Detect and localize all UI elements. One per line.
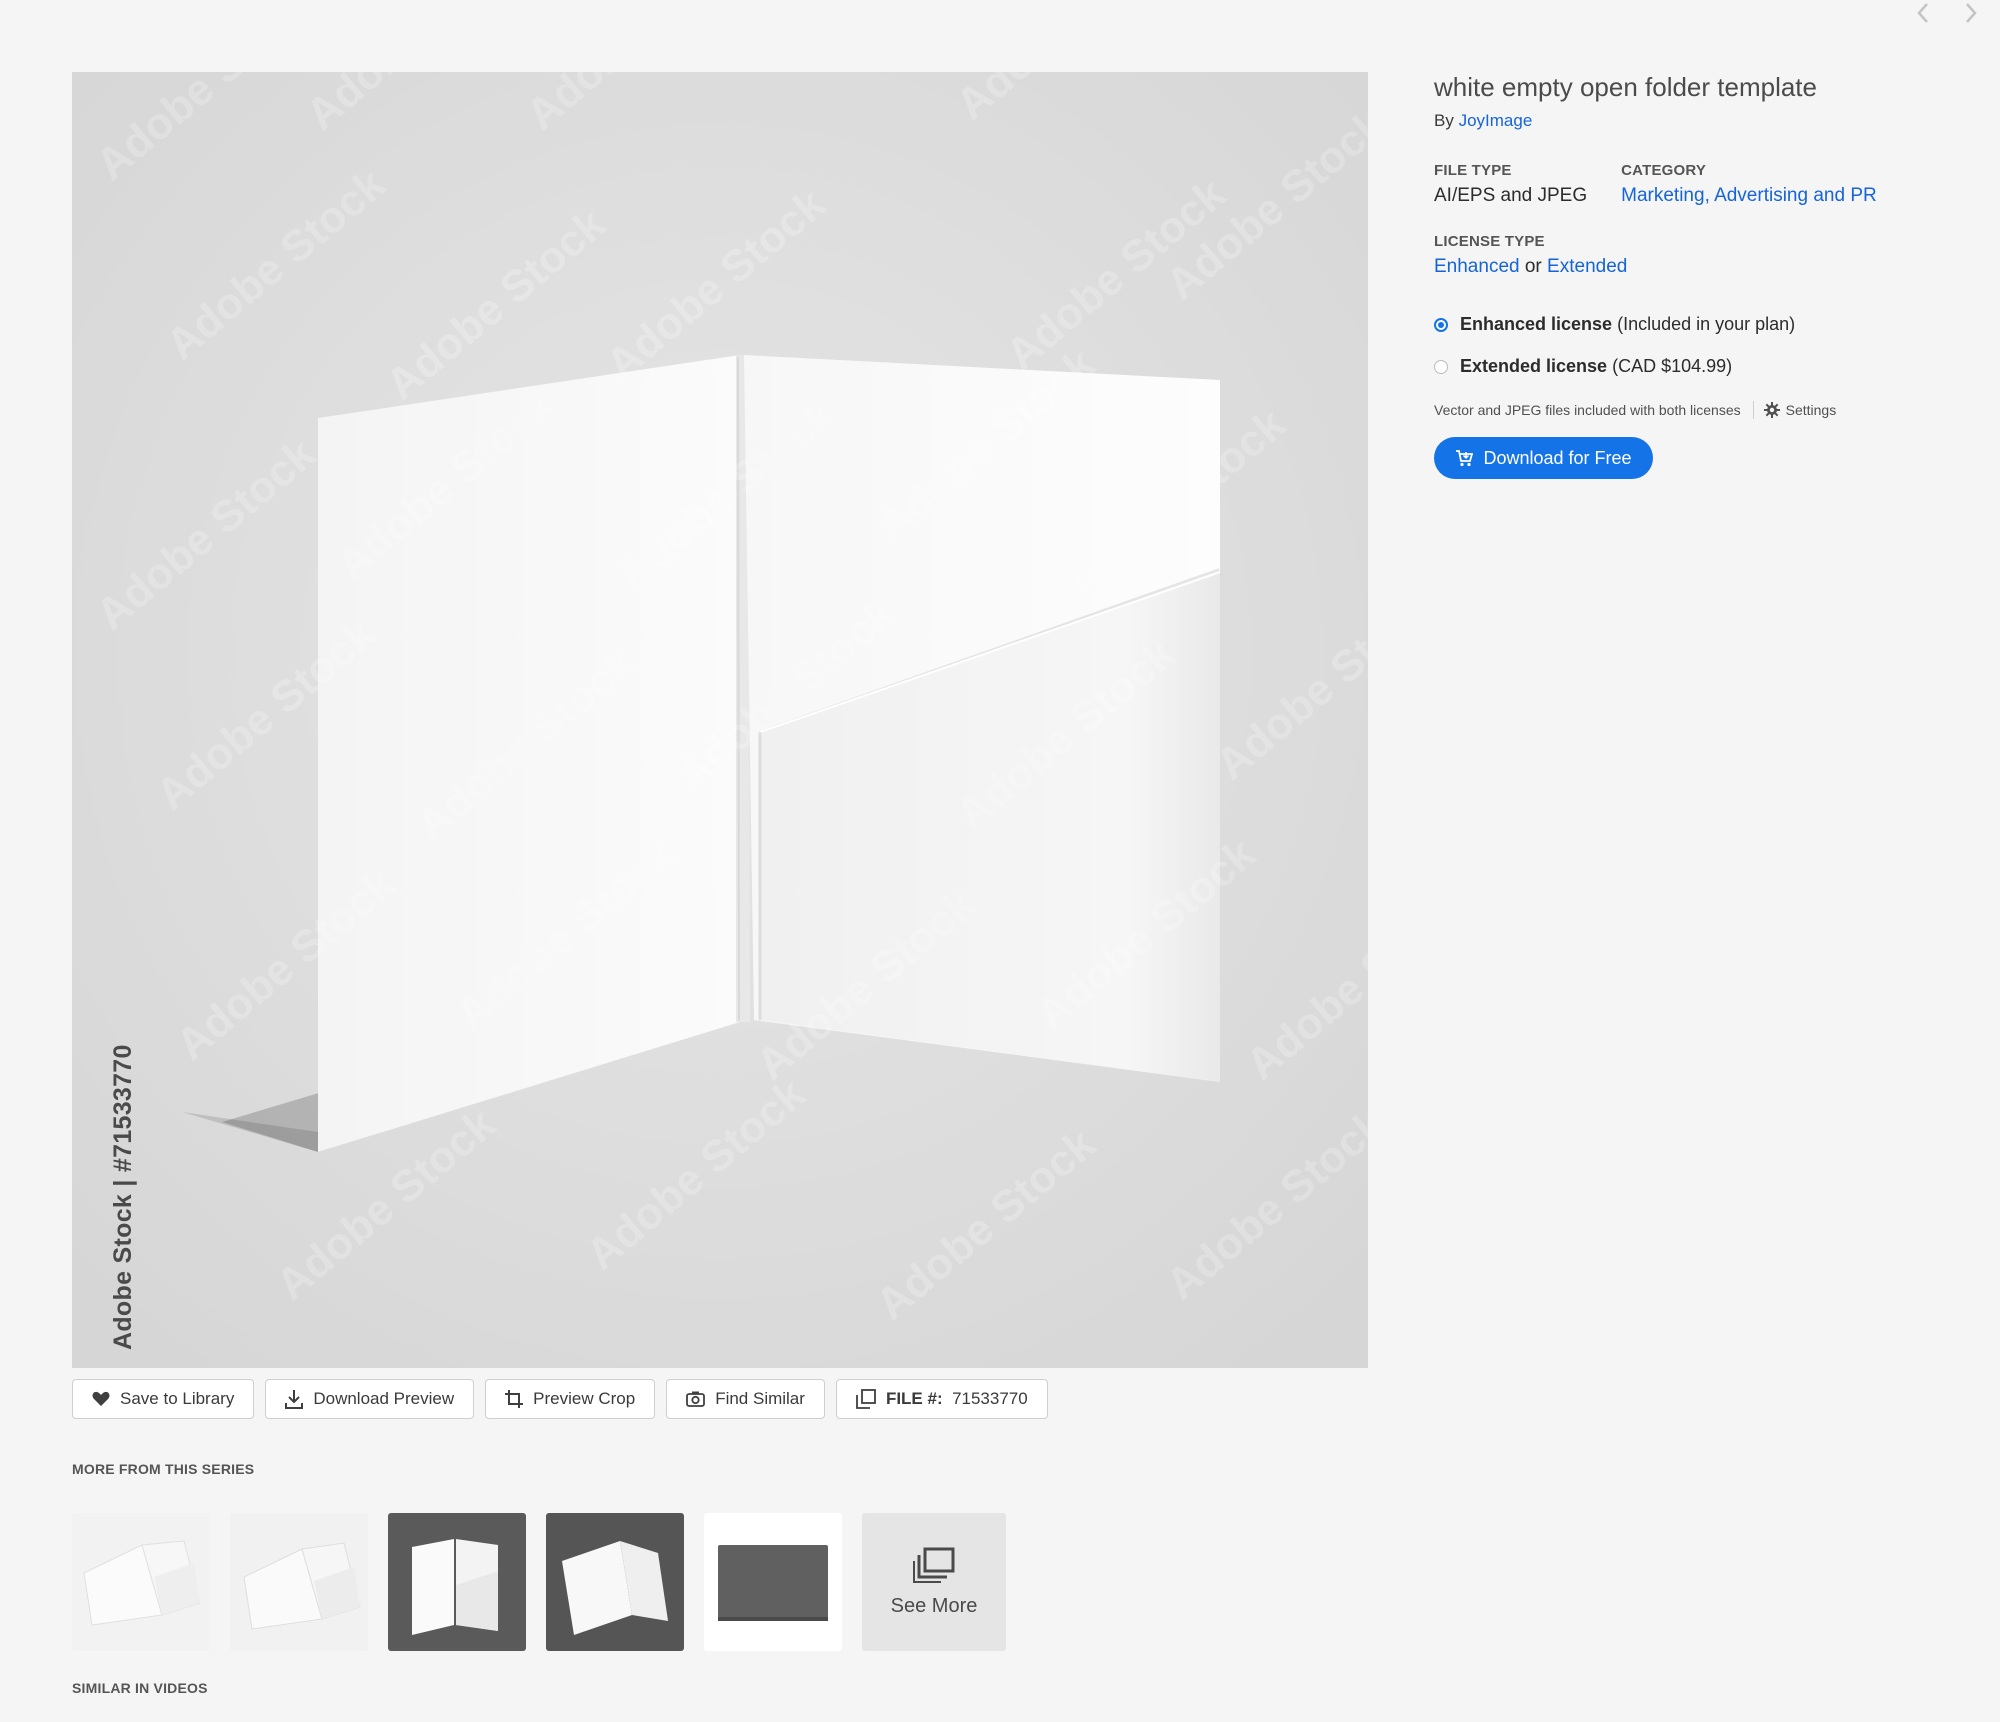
asset-title: white empty open folder template	[1434, 72, 1817, 102]
series-thumbnail[interactable]	[72, 1513, 210, 1651]
license-option-extended[interactable]: Extended license (CAD $104.99)	[1434, 356, 1954, 377]
enhanced-link[interactable]: Enhanced	[1434, 256, 1520, 277]
heart-icon	[92, 1391, 110, 1406]
similar-videos-heading: SIMILAR IN VIDEOS	[72, 1680, 208, 1696]
download-preview-button[interactable]: Download Preview	[265, 1379, 475, 1419]
save-to-library-button[interactable]: Save to Library	[72, 1379, 255, 1419]
chevron-right-icon[interactable]	[1958, 0, 1984, 26]
file-type-label: FILE TYPE	[1434, 162, 1512, 180]
download-preview-label: Download Preview	[313, 1389, 455, 1408]
file-icon	[856, 1389, 876, 1409]
license-options: Enhanced license (Included in your plan)…	[1434, 314, 1954, 377]
download-for-free-button[interactable]: Download for Free	[1434, 437, 1653, 480]
enhanced-license-name: Enhanced license	[1460, 314, 1613, 335]
divider	[1752, 401, 1754, 420]
by-label: By	[1434, 111, 1454, 131]
asset-navigation	[1910, 0, 1984, 26]
extended-license-name: Extended license	[1460, 356, 1608, 377]
asset-toolbar: Save to Library Download Preview Preview…	[72, 1379, 1048, 1419]
series-thumbnail[interactable]	[388, 1513, 526, 1651]
extended-license-detail: (CAD $104.99)	[1612, 356, 1733, 377]
license-note-text: Vector and JPEG files included with both…	[1434, 402, 1741, 419]
extended-link[interactable]: Extended	[1547, 256, 1627, 277]
asset-id-watermark: Adobe Stock | #71533770	[109, 1044, 137, 1350]
file-number-value: 71533770	[952, 1389, 1028, 1408]
file-type-value: AI/EPS and JPEG	[1434, 185, 1588, 207]
series-thumbnail[interactable]	[704, 1513, 842, 1651]
author-byline: By JoyImage	[1434, 111, 1954, 131]
preview-crop-label: Preview Crop	[533, 1389, 636, 1408]
license-or-text: or	[1524, 256, 1542, 278]
settings-label: Settings	[1785, 402, 1837, 419]
camera-icon	[686, 1391, 706, 1407]
license-type-block: LICENSE TYPE Enhanced or Extended	[1434, 233, 1954, 278]
enhanced-license-radio[interactable]	[1434, 317, 1448, 332]
category-label: CATEGORY	[1621, 162, 1707, 180]
series-thumbnail[interactable]	[230, 1513, 368, 1651]
crop-icon	[505, 1390, 524, 1408]
asset-details-panel: white empty open folder template By JoyI…	[1434, 72, 1954, 480]
settings-link[interactable]: Settings	[1763, 402, 1837, 419]
download-icon	[285, 1390, 304, 1409]
category-link[interactable]: Marketing, Advertising and PR	[1621, 185, 1877, 206]
file-type-block: FILE TYPE AI/EPS and JPEG	[1434, 162, 1587, 207]
file-number-key: FILE #:	[885, 1389, 943, 1408]
license-option-enhanced[interactable]: Enhanced license (Included in your plan)	[1434, 314, 1954, 335]
find-similar-label: Find Similar	[715, 1389, 805, 1408]
cart-icon	[1456, 450, 1474, 467]
folder-illustration: Adobe Stock Adobe Stock Adobe Stock Adob…	[72, 72, 1368, 1368]
save-to-library-label: Save to Library	[120, 1389, 235, 1408]
see-more-label: See More	[890, 1594, 978, 1617]
series-thumbnail[interactable]	[546, 1513, 684, 1651]
see-more-button[interactable]: See More	[862, 1513, 1006, 1651]
asset-preview-image[interactable]: Adobe Stock Adobe Stock Adobe Stock Adob…	[72, 72, 1368, 1368]
download-for-free-label: Download for Free	[1483, 447, 1632, 468]
series-thumbnails: See More	[72, 1513, 1006, 1651]
extended-license-radio[interactable]	[1434, 359, 1448, 374]
author-link[interactable]: JoyImage	[1459, 111, 1533, 130]
preview-crop-button[interactable]: Preview Crop	[485, 1379, 656, 1419]
license-note: Vector and JPEG files included with both…	[1434, 401, 1954, 420]
license-type-label: LICENSE TYPE	[1434, 233, 1545, 251]
series-heading: MORE FROM THIS SERIES	[72, 1461, 255, 1477]
chevron-left-icon[interactable]	[1910, 0, 1936, 26]
stack-icon	[913, 1547, 955, 1583]
category-block: CATEGORY Marketing, Advertising and PR	[1621, 162, 1877, 207]
file-number-button[interactable]: FILE #: 71533770	[835, 1379, 1048, 1419]
gear-icon	[1763, 402, 1780, 419]
find-similar-button[interactable]: Find Similar	[666, 1379, 825, 1419]
enhanced-license-detail: (Included in your plan)	[1617, 314, 1796, 335]
meta-grid: FILE TYPE AI/EPS and JPEG CATEGORY Marke…	[1434, 162, 1954, 207]
